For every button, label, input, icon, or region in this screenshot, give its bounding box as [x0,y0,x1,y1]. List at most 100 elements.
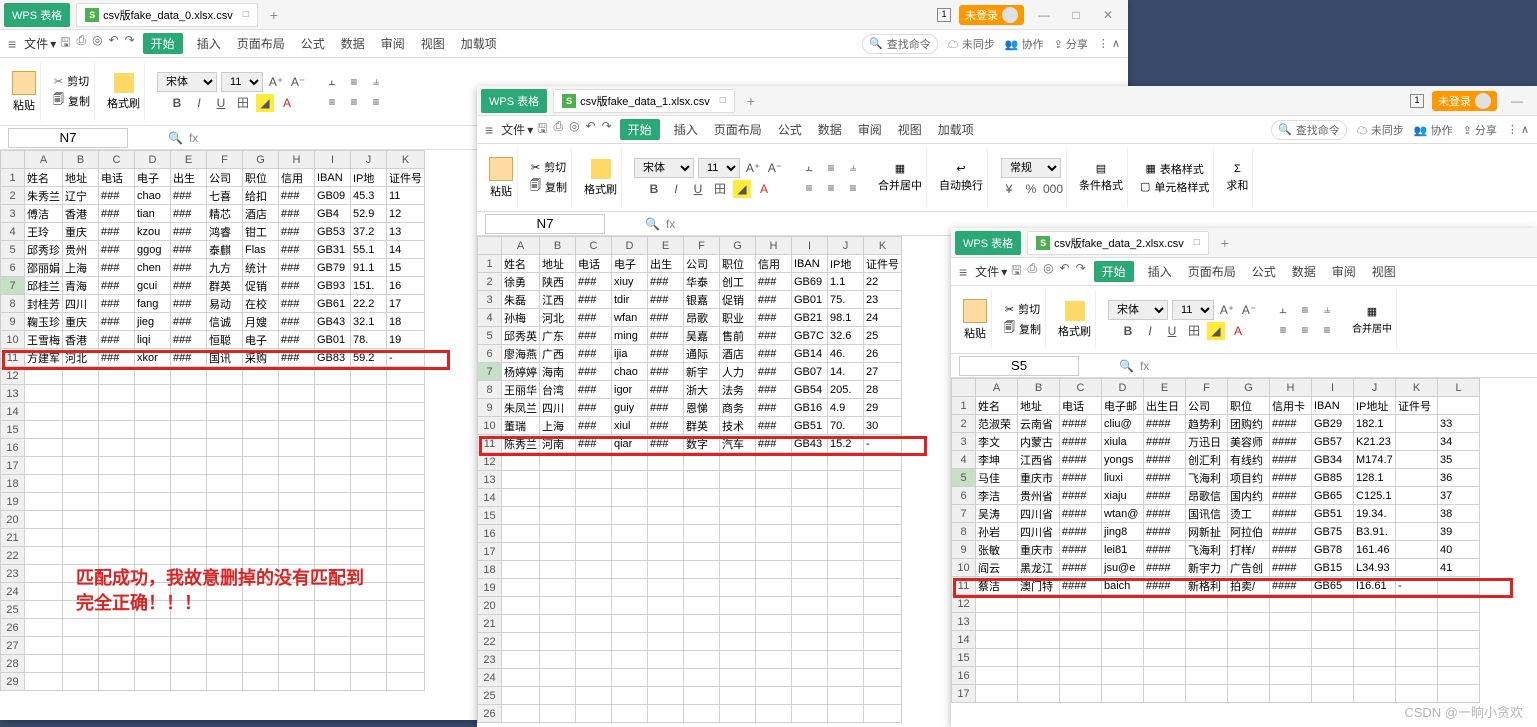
col-header[interactable]: L [1438,379,1480,397]
cell[interactable] [207,439,243,457]
cell[interactable] [243,493,279,511]
cell[interactable] [756,633,792,651]
paste-icon[interactable] [489,157,513,181]
cell[interactable] [864,543,902,561]
tab-formula[interactable]: 公式 [1246,261,1282,282]
cell[interactable] [756,597,792,615]
cell[interactable]: 98.1 [828,309,864,327]
cell[interactable] [612,525,648,543]
cell[interactable] [1228,631,1270,649]
undo-icon[interactable]: ↶ [1060,261,1070,282]
cell[interactable] [540,561,576,579]
cell[interactable]: GB4 [315,205,351,223]
cell[interactable] [502,651,540,669]
cell[interactable]: yongs [1102,451,1144,469]
cell[interactable] [171,439,207,457]
tab-view[interactable]: 视图 [415,33,451,54]
new-tab-button[interactable]: + [1221,235,1229,251]
cell[interactable] [63,529,99,547]
row-header[interactable]: 5 [952,469,976,487]
row-header[interactable]: 25 [478,687,502,705]
tab-review[interactable]: 审阅 [852,119,888,140]
cell[interactable]: 张敏 [976,541,1018,559]
cell[interactable] [502,561,540,579]
print-icon[interactable]: ⎙ [1027,261,1037,282]
cell[interactable] [864,597,902,615]
size-select[interactable]: 11 [221,72,263,92]
cell[interactable] [648,561,684,579]
cell[interactable]: 职位 [243,169,279,187]
cell[interactable]: ### [648,291,684,309]
cell[interactable] [1144,685,1186,703]
cell[interactable] [99,511,135,529]
tab-formula[interactable]: 公式 [772,119,808,140]
cell[interactable] [720,561,756,579]
cell[interactable]: ### [648,327,684,345]
cell[interactable] [648,579,684,597]
cell[interactable]: ### [756,309,792,327]
cell[interactable] [25,385,63,403]
cell[interactable]: GB75 [1312,523,1354,541]
cell[interactable] [792,471,828,489]
save-icon[interactable]: 🖫 [1011,261,1021,282]
cell[interactable] [648,633,684,651]
cell[interactable] [684,669,720,687]
cell[interactable]: 江西 [540,291,576,309]
cell[interactable] [720,705,756,723]
cell[interactable]: GB21 [792,309,828,327]
cell[interactable]: xiul [612,417,648,435]
row-header[interactable]: 24 [1,583,25,601]
cell[interactable] [99,385,135,403]
cell[interactable]: xiuy [612,273,648,291]
copy-icon[interactable]: 🗐 [53,91,64,110]
cell[interactable] [976,685,1018,703]
cell[interactable] [63,475,99,493]
cell[interactable]: #### [1270,415,1312,433]
cell[interactable]: 35 [1438,451,1480,469]
numfmt-select[interactable]: 常规 [1001,158,1061,178]
cell[interactable]: #### [1144,505,1186,523]
cell[interactable]: ### [171,277,207,295]
cell[interactable]: 电子 [135,169,171,187]
cell[interactable] [540,633,576,651]
cell[interactable]: 创工 [720,273,756,291]
row-header[interactable]: 29 [1,673,25,691]
undo-icon[interactable]: ↶ [109,33,119,54]
row-header[interactable]: 2 [478,273,502,291]
app-menu-icon[interactable]: 1 [1410,94,1424,108]
row-header[interactable]: 12 [1,367,25,385]
row-header[interactable]: 2 [1,187,25,205]
cell[interactable] [1354,667,1396,685]
cell[interactable]: 项目约 [1228,469,1270,487]
cell[interactable]: 17 [387,295,425,313]
row-header[interactable]: 19 [478,579,502,597]
login-badge[interactable]: 未登录 [1432,91,1497,111]
cell[interactable] [387,637,425,655]
col-header[interactable]: H [1270,379,1312,397]
row-header[interactable]: 8 [952,523,976,541]
align-center-icon[interactable]: ≡ [345,93,363,111]
cell[interactable]: GB29 [1312,415,1354,433]
cell[interactable] [171,367,207,385]
cell[interactable]: 四川省 [1018,523,1060,541]
cell[interactable] [612,453,648,471]
cell[interactable] [351,511,387,529]
row-header[interactable]: 16 [478,525,502,543]
cell[interactable]: 国讯信 [1186,505,1228,523]
cell[interactable]: 182.1 [1354,415,1396,433]
cell[interactable] [612,651,648,669]
cell[interactable] [243,637,279,655]
cell[interactable]: 电子邮 [1102,397,1144,415]
cell[interactable] [1396,541,1438,559]
cell[interactable] [648,507,684,525]
cell[interactable] [243,619,279,637]
cell[interactable]: ### [648,363,684,381]
bold-button[interactable]: B [645,180,663,198]
row-header[interactable]: 21 [478,615,502,633]
cell[interactable]: 网新扯 [1186,523,1228,541]
tab-data[interactable]: 数据 [1286,261,1322,282]
cell[interactable]: 酒店 [720,345,756,363]
cell[interactable]: 电子 [243,331,279,349]
row-header[interactable]: 7 [478,363,502,381]
cell[interactable]: #### [1270,577,1312,595]
